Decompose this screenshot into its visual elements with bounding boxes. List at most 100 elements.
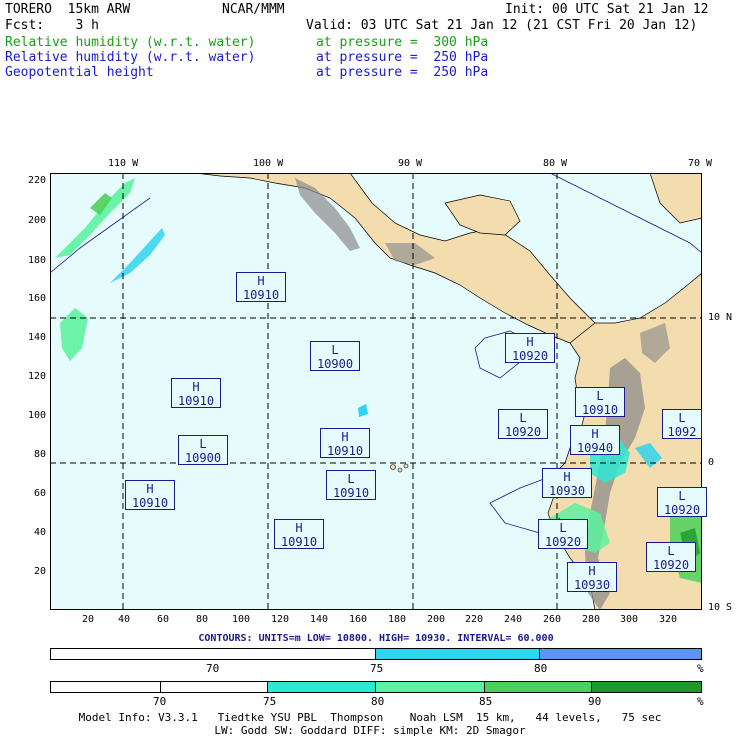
center-type: L [596,389,604,403]
center-type: H [295,521,303,535]
legend2-label-75: 75 [263,695,277,708]
x-tick: 60 [157,614,170,625]
y-tick: 100 [27,410,46,421]
legend2-label-70: 70 [153,695,167,708]
x-tick: 320 [659,614,678,625]
center-type: L [678,411,686,425]
y-tick: 220 [27,175,46,186]
center-value: 10930 [548,484,586,498]
x-tick: 100 [232,614,251,625]
center-value: 10910 [581,403,619,417]
lon-label-100w: 100 W [253,158,284,169]
low-pressure-center: L 10900 [178,435,228,465]
valid-time: Valid: 03 UTC Sat 21 Jan 12 (21 CST Fri … [306,18,698,33]
y-tick: 180 [27,255,46,266]
legend1-label-percent: % [697,662,704,675]
field-level-1: at pressure = 300 hPa [316,35,489,50]
legend2-label-90: 90 [588,695,602,708]
x-tick: 180 [388,614,407,625]
field-level-3: at pressure = 250 hPa [316,65,489,80]
center-type: H [591,427,599,441]
center-type: H [341,430,349,444]
center-type: L [199,437,207,451]
model-info-line1: Model Info: V3.3.1 Tiedtke YSU PBL Thomp… [78,711,662,724]
center-value: 10900 [316,357,354,371]
x-tick: 140 [310,614,329,625]
high-pressure-center: H 10940 [570,425,620,455]
high-pressure-center: H 10910 [171,378,221,408]
low-pressure-center: L 10910 [575,387,625,417]
high-pressure-center: H 10910 [125,480,175,510]
lon-label-90w: 90 W [398,158,423,169]
center-type: L [667,544,675,558]
y-tick: 140 [27,332,46,343]
legend2-label-percent: % [697,695,704,708]
center-value: 10920 [652,558,690,572]
legend1-label-80: 80 [534,662,548,675]
field-name-3: Geopotential height [5,65,154,80]
org-label: NCAR/MMM [222,2,285,17]
center-value: 10930 [573,578,611,592]
y-tick: 40 [33,527,46,538]
center-value: 10910 [280,535,318,549]
legend2-label-85: 85 [479,695,493,708]
center-value: 10920 [511,349,549,363]
center-value: 10910 [326,444,364,458]
legend1-label-75: 75 [370,662,384,675]
legend-seg [160,682,269,692]
high-pressure-center: H 10930 [567,562,617,592]
field-name-2: Relative humidity (w.r.t. water) [5,50,256,65]
x-tick: 200 [427,614,446,625]
field-level-2: at pressure = 250 hPa [316,50,489,65]
x-tick: 80 [196,614,209,625]
y-tick: 80 [33,449,46,460]
center-type: H [588,564,596,578]
legend-seg [51,649,376,659]
center-type: L [331,343,339,357]
center-type: L [678,489,686,503]
low-pressure-center: L 10920 [657,487,707,517]
legend-rh-250 [50,648,702,660]
y-tick: 200 [27,215,46,226]
x-tick: 260 [543,614,562,625]
x-tick: 220 [465,614,484,625]
init-time: Init: 00 UTC Sat 21 Jan 12 [505,2,709,17]
contours-info: CONTOURS: UNITS=m LOW= 10800. HIGH= 1093… [198,633,554,644]
center-value: 10940 [576,441,614,455]
legend-seg [376,649,540,659]
x-tick: 240 [504,614,523,625]
center-type: H [526,335,534,349]
legend-seg [484,682,593,692]
x-tick: 120 [271,614,290,625]
legend-seg [592,682,701,692]
x-tick: 300 [620,614,639,625]
lon-label-70w: 70 W [688,158,713,169]
center-type: H [192,380,200,394]
legend-rh-300 [50,681,702,693]
x-tick: 280 [582,614,601,625]
center-type: H [146,482,154,496]
center-type: L [559,521,567,535]
low-pressure-center: L 10910 [326,470,376,500]
center-value: 10910 [242,288,280,302]
legend2-label-80: 80 [371,695,385,708]
model-info-line2: LW: Godd SW: Goddard DIFF: simple KM: 2D… [214,724,526,737]
low-pressure-center: L 10920 [498,409,548,439]
center-type: H [257,274,265,288]
legend-seg [51,682,161,692]
center-value: 10910 [177,394,215,408]
high-pressure-center: H 10930 [542,468,592,498]
y-tick: 60 [33,488,46,499]
center-value: 10910 [131,496,169,510]
high-pressure-center: H 10920 [505,333,555,363]
y-tick: 160 [27,293,46,304]
lat-label-10n: 10 N [708,312,733,323]
x-tick: 40 [118,614,131,625]
x-tick: 20 [82,614,95,625]
lon-label-110w: 110 W [108,158,139,169]
center-value: 10920 [663,503,701,517]
center-value: 10900 [184,451,222,465]
center-value: 10910 [332,486,370,500]
y-tick: 120 [27,371,46,382]
high-pressure-center: H 10910 [236,272,286,302]
